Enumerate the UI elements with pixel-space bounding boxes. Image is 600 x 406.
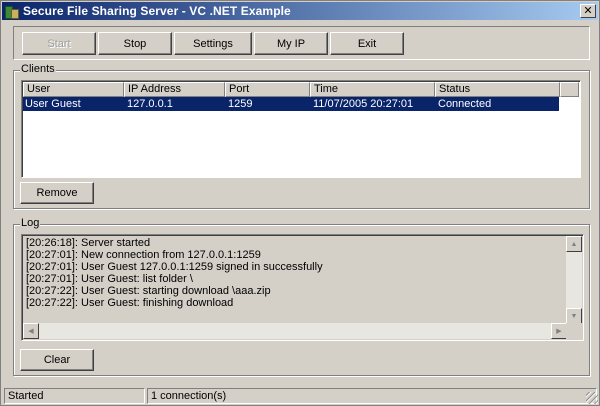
scroll-right-icon[interactable]: ▶ bbox=[551, 323, 567, 339]
scroll-up-icon[interactable]: ▲ bbox=[566, 236, 582, 252]
log-vertical-scrollbar[interactable]: ▲ ▼ bbox=[566, 236, 582, 324]
title-bar[interactable]: Secure File Sharing Server - VC .NET Exa… bbox=[2, 2, 598, 20]
column-header-time[interactable]: Time bbox=[310, 82, 435, 97]
log-line: [20:27:01]: User Guest: list folder \ bbox=[26, 273, 193, 285]
close-icon: ✕ bbox=[583, 4, 593, 17]
status-bar: Started 1 connection(s) bbox=[2, 387, 599, 405]
close-button[interactable]: ✕ bbox=[580, 4, 596, 18]
log-line: [20:27:22]: User Guest: finishing downlo… bbox=[26, 297, 234, 309]
exit-button[interactable]: Exit bbox=[330, 32, 404, 55]
resize-grip-icon[interactable] bbox=[586, 392, 598, 404]
remove-button[interactable]: Remove bbox=[20, 182, 94, 204]
log-line: [20:26:18]: Server started bbox=[26, 237, 151, 249]
clients-group-label: Clients bbox=[20, 63, 56, 75]
my-ip-button[interactable]: My IP bbox=[254, 32, 328, 55]
clear-button[interactable]: Clear bbox=[20, 349, 94, 371]
status-state: Started bbox=[4, 388, 145, 404]
start-button[interactable]: Start bbox=[22, 32, 96, 55]
column-header-port[interactable]: Port bbox=[225, 82, 310, 97]
cell-ip-address: 127.0.0.1 bbox=[127, 98, 173, 110]
column-header-status[interactable]: Status bbox=[435, 82, 560, 97]
log-line: [20:27:01]: User Guest 127.0.0.1:1259 si… bbox=[26, 261, 323, 273]
cell-port: 1259 bbox=[228, 98, 253, 110]
clients-list[interactable]: User IP Address Port Time Status User Gu… bbox=[21, 80, 581, 178]
window-title: Secure File Sharing Server - VC .NET Exa… bbox=[23, 4, 291, 18]
column-header-filler bbox=[560, 82, 579, 97]
app-icon bbox=[5, 4, 19, 19]
settings-button[interactable]: Settings bbox=[174, 32, 252, 55]
table-row[interactable]: User Guest 127.0.0.1 1259 11/07/2005 20:… bbox=[23, 97, 559, 111]
scroll-left-icon[interactable]: ◀ bbox=[23, 323, 39, 339]
column-header-ip-address[interactable]: IP Address bbox=[124, 82, 225, 97]
log-lines: [20:26:18]: Server started [20:27:01]: N… bbox=[26, 237, 566, 309]
log-group-label: Log bbox=[20, 217, 41, 229]
clients-list-header: User IP Address Port Time Status bbox=[23, 82, 579, 97]
column-header-user[interactable]: User bbox=[23, 82, 124, 97]
scroll-down-icon[interactable]: ▼ bbox=[566, 308, 582, 324]
toolbar-panel: Start Stop Settings My IP Exit bbox=[13, 26, 590, 60]
log-line: [20:27:22]: User Guest: starting downloa… bbox=[26, 285, 271, 297]
cell-time: 11/07/2005 20:27:01 bbox=[313, 98, 414, 110]
log-horizontal-scrollbar[interactable]: ◀ ▶ bbox=[23, 323, 567, 339]
cell-user: User Guest bbox=[25, 98, 81, 110]
log-textbox[interactable]: [20:26:18]: Server started [20:27:01]: N… bbox=[21, 234, 584, 341]
log-line: [20:27:01]: New connection from 127.0.0.… bbox=[26, 249, 261, 261]
scrollbar-corner bbox=[566, 323, 582, 339]
app-window: Secure File Sharing Server - VC .NET Exa… bbox=[0, 0, 600, 406]
cell-status: Connected bbox=[438, 98, 492, 110]
stop-button[interactable]: Stop bbox=[98, 32, 172, 55]
status-connections: 1 connection(s) bbox=[147, 388, 597, 404]
